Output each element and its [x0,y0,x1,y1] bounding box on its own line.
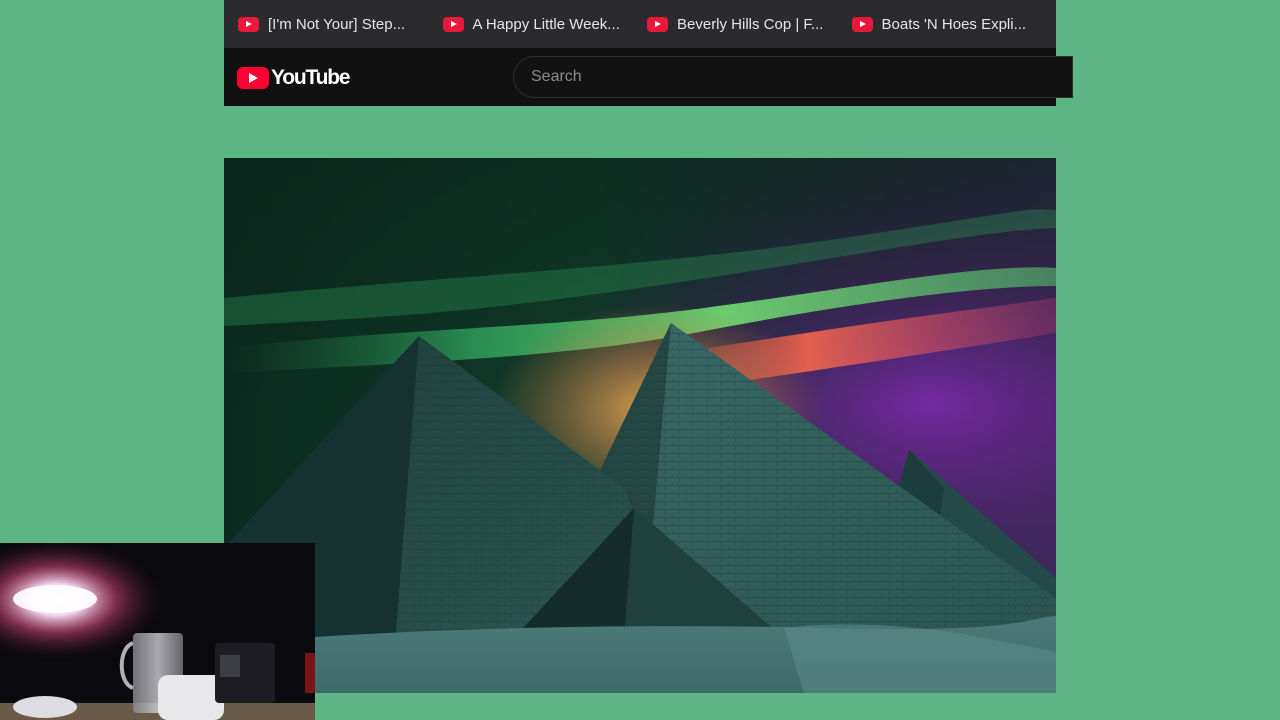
video-player[interactable] [224,158,1056,693]
webcam-feed-image [0,543,315,720]
bookmark-label: Beverly Hills Cop | F... [677,15,824,33]
search-input[interactable] [513,56,1073,98]
bookmark-label: [I'm Not Your] Step... [268,15,406,33]
bookmarks-bar: [I'm Not Your] Step... A Happy Little We… [224,0,1056,48]
youtube-favicon-icon [851,16,873,32]
youtube-play-icon [237,67,269,89]
screen: [I'm Not Your] Step... A Happy Little We… [0,0,1280,720]
bookmark-item[interactable]: Beverly Hills Cop | F... [647,9,852,39]
youtube-logo-text: YouTube [271,66,351,89]
bookmark-item[interactable]: Boats 'N Hoes Expli... [851,9,1057,39]
youtube-favicon-icon [647,16,668,32]
bookmark-item[interactable]: [I'm Not Your] Step... [238,9,443,39]
bookmark-label: Boats 'N Hoes Expli... [881,15,1027,33]
pyramids-aurora-image [224,158,1056,693]
webcam-overlay [0,543,315,720]
bookmark-label: A Happy Little Week... [472,15,620,33]
youtube-logo[interactable]: YouTube [237,66,351,90]
youtube-favicon-icon [442,16,464,32]
youtube-favicon-icon [238,16,259,32]
bookmark-item[interactable]: A Happy Little Week... [442,9,648,39]
youtube-masthead: YouTube [224,48,1073,106]
